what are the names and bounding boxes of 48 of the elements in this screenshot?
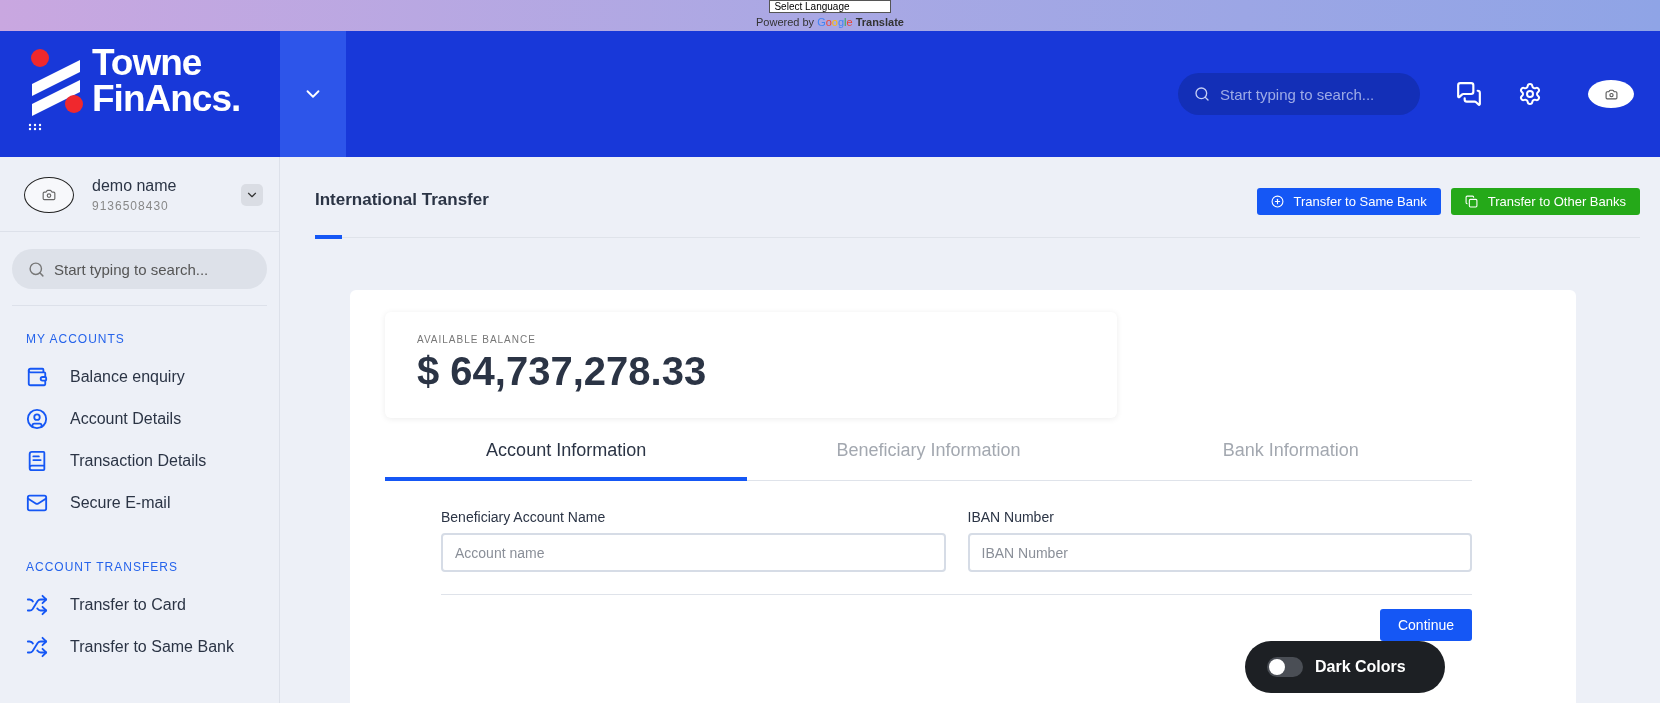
sidebar-item[interactable]: Secure E-mail xyxy=(26,482,279,524)
user-name: demo name xyxy=(92,177,178,195)
header-search-field[interactable]: Start typing to search... xyxy=(1178,73,1420,115)
user-phone: 9136508430 xyxy=(92,199,170,213)
user-avatar[interactable] xyxy=(1588,80,1634,108)
language-select[interactable]: Select Language xyxy=(769,0,891,13)
wallet-icon xyxy=(26,366,48,388)
balance-amount: $ 64,737,278.33 xyxy=(417,349,708,394)
theme-switch[interactable] xyxy=(1267,657,1303,677)
continue-button[interactable]: Continue xyxy=(1379,609,1472,641)
menu-toggle-button[interactable] xyxy=(280,31,346,157)
copy-icon xyxy=(1464,195,1478,208)
google-logo-text: Google xyxy=(817,16,853,28)
sidebar-search-field[interactable]: Start typing to search... xyxy=(12,249,267,289)
logo-text: Towne FinAncs. xyxy=(92,45,241,117)
shuffle-icon xyxy=(26,594,48,616)
search-icon xyxy=(1194,86,1210,102)
shuffle-icon xyxy=(26,636,48,658)
user-icon xyxy=(26,408,48,430)
translate-text: Translate xyxy=(855,16,904,28)
camera-icon xyxy=(1604,87,1618,101)
section-heading: MY ACCOUNTS xyxy=(26,332,126,346)
sidebar-item[interactable]: Transaction Details xyxy=(26,440,279,482)
chat-icon[interactable] xyxy=(1456,81,1482,107)
plus-circle-icon xyxy=(1270,195,1284,208)
transfer-button[interactable]: Transfer to Same Bank xyxy=(1256,188,1441,215)
section-heading: ACCOUNT TRANSFERS xyxy=(26,560,179,574)
title-underline xyxy=(315,235,342,239)
mail-icon xyxy=(26,492,48,514)
user-menu-button[interactable] xyxy=(241,184,263,206)
sidebar-item[interactable]: Balance enquiry xyxy=(26,356,279,398)
input-field[interactable]: Account name xyxy=(441,533,946,572)
search-icon xyxy=(28,260,45,278)
input-field[interactable]: IBAN Number xyxy=(967,533,1472,572)
sidebar-item[interactable]: Transfer to Same Bank xyxy=(26,626,279,668)
settings-icon[interactable] xyxy=(1518,82,1542,106)
field-label: Beneficiary Account Name xyxy=(441,509,607,525)
balance-label: AVAILABLE BALANCE xyxy=(417,334,537,345)
toggle-label: Dark Colors xyxy=(1315,658,1406,676)
sidebar-item[interactable]: Transfer to Card xyxy=(26,584,279,626)
field-label: IBAN Number xyxy=(967,509,1055,525)
camera-icon xyxy=(42,188,56,202)
powered-by-text: Powered by xyxy=(756,16,815,28)
sidebar-item[interactable]: Account Details xyxy=(26,398,279,440)
book-icon xyxy=(26,450,48,472)
dots-grid-icon[interactable] xyxy=(28,123,42,131)
page-title: International Transfer xyxy=(315,189,489,211)
step-tab[interactable]: Account Information xyxy=(385,426,748,481)
